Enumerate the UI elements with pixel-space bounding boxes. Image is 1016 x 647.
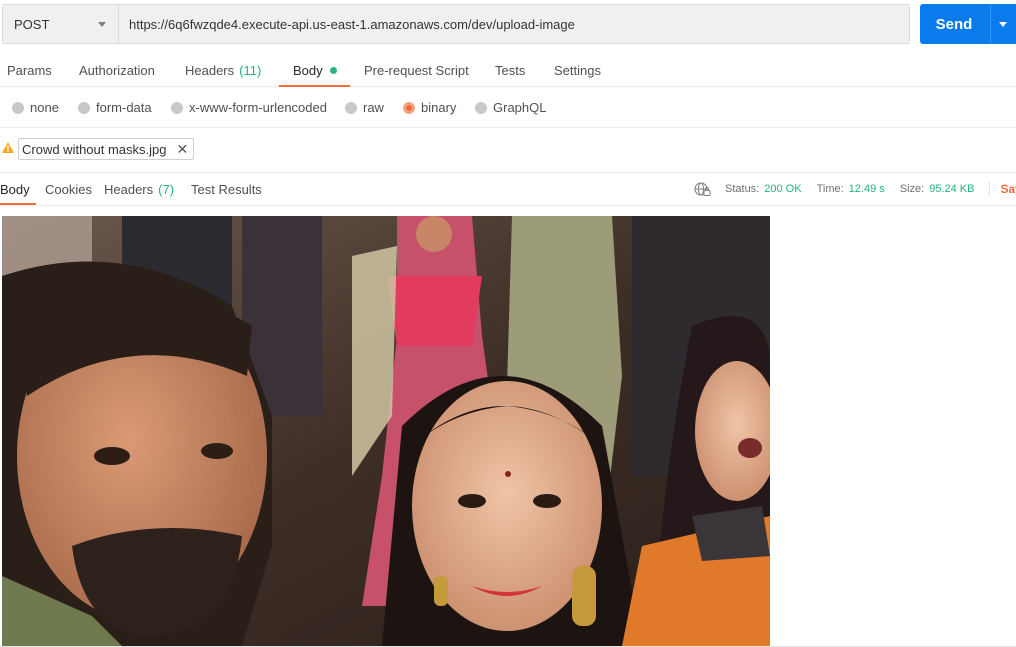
crowd-photo [2, 216, 770, 646]
radio-form-data[interactable]: form-data [78, 100, 152, 115]
radio-circle[interactable] [171, 101, 183, 114]
binary-file-row: Crowd without masks.jpg ✕ [0, 129, 1016, 173]
radio-x-www-form-urlencoded[interactable]: x-www-form-urlencoded [171, 100, 327, 115]
radio-label: GraphQL [493, 100, 547, 115]
radio-label: binary [421, 100, 457, 115]
body-type-radios: none form-data x-www-form-urlencoded raw… [0, 88, 1016, 128]
radio-label: form-data [96, 100, 152, 115]
file-name: Crowd without masks.jpg [22, 141, 167, 157]
time-label: Time: [816, 183, 844, 195]
tab-label: Tests [495, 63, 526, 78]
tab-label: Body [293, 63, 323, 78]
radio-label: x-www-form-urlencoded [189, 100, 327, 115]
chevron-down-icon[interactable] [999, 22, 1007, 27]
tab-pre-request-script[interactable]: Pre-request Script [364, 54, 469, 87]
radio-label: raw [363, 100, 384, 115]
method-label: POST [14, 16, 50, 32]
tab-params[interactable]: Params [7, 54, 52, 87]
radio-label: none [30, 100, 59, 115]
size-label: Size: [899, 183, 925, 195]
globe-lock-icon[interactable] [694, 181, 711, 197]
tab-label: Cookies [45, 181, 92, 197]
tab-settings[interactable]: Settings [554, 54, 601, 87]
response-tab-body[interactable]: Body [0, 173, 30, 205]
radio-none[interactable]: none [12, 100, 59, 115]
tab-tests[interactable]: Tests [495, 54, 525, 87]
response-tabs: Body Cookies Headers (7) Test Results St… [0, 173, 1016, 206]
method-select[interactable]: POST [2, 4, 118, 44]
tab-label: Settings [554, 63, 601, 78]
tab-label: Headers [185, 63, 235, 78]
radio-circle[interactable] [345, 101, 357, 114]
active-response-tab-indicator [0, 203, 36, 205]
tab-label: Authorization [79, 63, 155, 78]
tab-label: Params [7, 63, 52, 78]
radio-graphql[interactable]: GraphQL [475, 100, 546, 115]
request-bar: POST https://6q6fwzqde4.execute-api.us-e… [0, 0, 1016, 52]
radio-circle-selected[interactable] [403, 101, 415, 114]
tab-body[interactable]: Body [293, 54, 337, 87]
tab-headers[interactable]: Headers (11) [185, 54, 261, 87]
radio-circle[interactable] [12, 101, 24, 114]
tab-label: Headers [104, 181, 154, 197]
tab-label: Test Results [191, 181, 262, 197]
selected-file-chip[interactable]: Crowd without masks.jpg ✕ [18, 138, 195, 160]
response-tab-test-results[interactable]: Test Results [191, 173, 262, 205]
response-status-bar: Status: 200 OK Time: 12.49 s Size: 95.24… [694, 173, 1016, 205]
response-tab-headers[interactable]: Headers (7) [104, 173, 174, 205]
headers-count: (11) [239, 63, 262, 78]
save-response-button[interactable]: Sav [989, 182, 1016, 196]
tab-authorization[interactable]: Authorization [79, 54, 155, 87]
request-tabs: Params Authorization Headers (11) Body P… [0, 54, 1016, 87]
send-label: Send [935, 15, 973, 33]
modified-dot-icon [329, 67, 337, 74]
send-divider [990, 4, 991, 44]
response-tab-cookies[interactable]: Cookies [45, 173, 92, 205]
status-label: Status: [725, 183, 760, 195]
active-tab-indicator [279, 85, 350, 87]
warning-icon [2, 142, 14, 153]
close-icon[interactable]: ✕ [177, 142, 189, 156]
radio-binary[interactable]: binary [403, 100, 456, 115]
chevron-down-icon [98, 22, 106, 27]
radio-circle[interactable] [475, 101, 487, 114]
url-input[interactable]: https://6q6fwzqde4.execute-api.us-east-1… [118, 4, 910, 44]
tab-label: Body [0, 181, 30, 197]
size-value[interactable]: 95.24 KB [929, 183, 974, 195]
send-button[interactable]: Send [920, 4, 1016, 44]
tab-label: Pre-request Script [364, 63, 469, 78]
headers-count: (7) [158, 181, 175, 197]
radio-raw[interactable]: raw [345, 100, 384, 115]
radio-circle[interactable] [78, 101, 90, 114]
status-value[interactable]: 200 OK [764, 183, 801, 195]
response-image-preview [2, 216, 770, 646]
time-value[interactable]: 12.49 s [849, 183, 885, 195]
